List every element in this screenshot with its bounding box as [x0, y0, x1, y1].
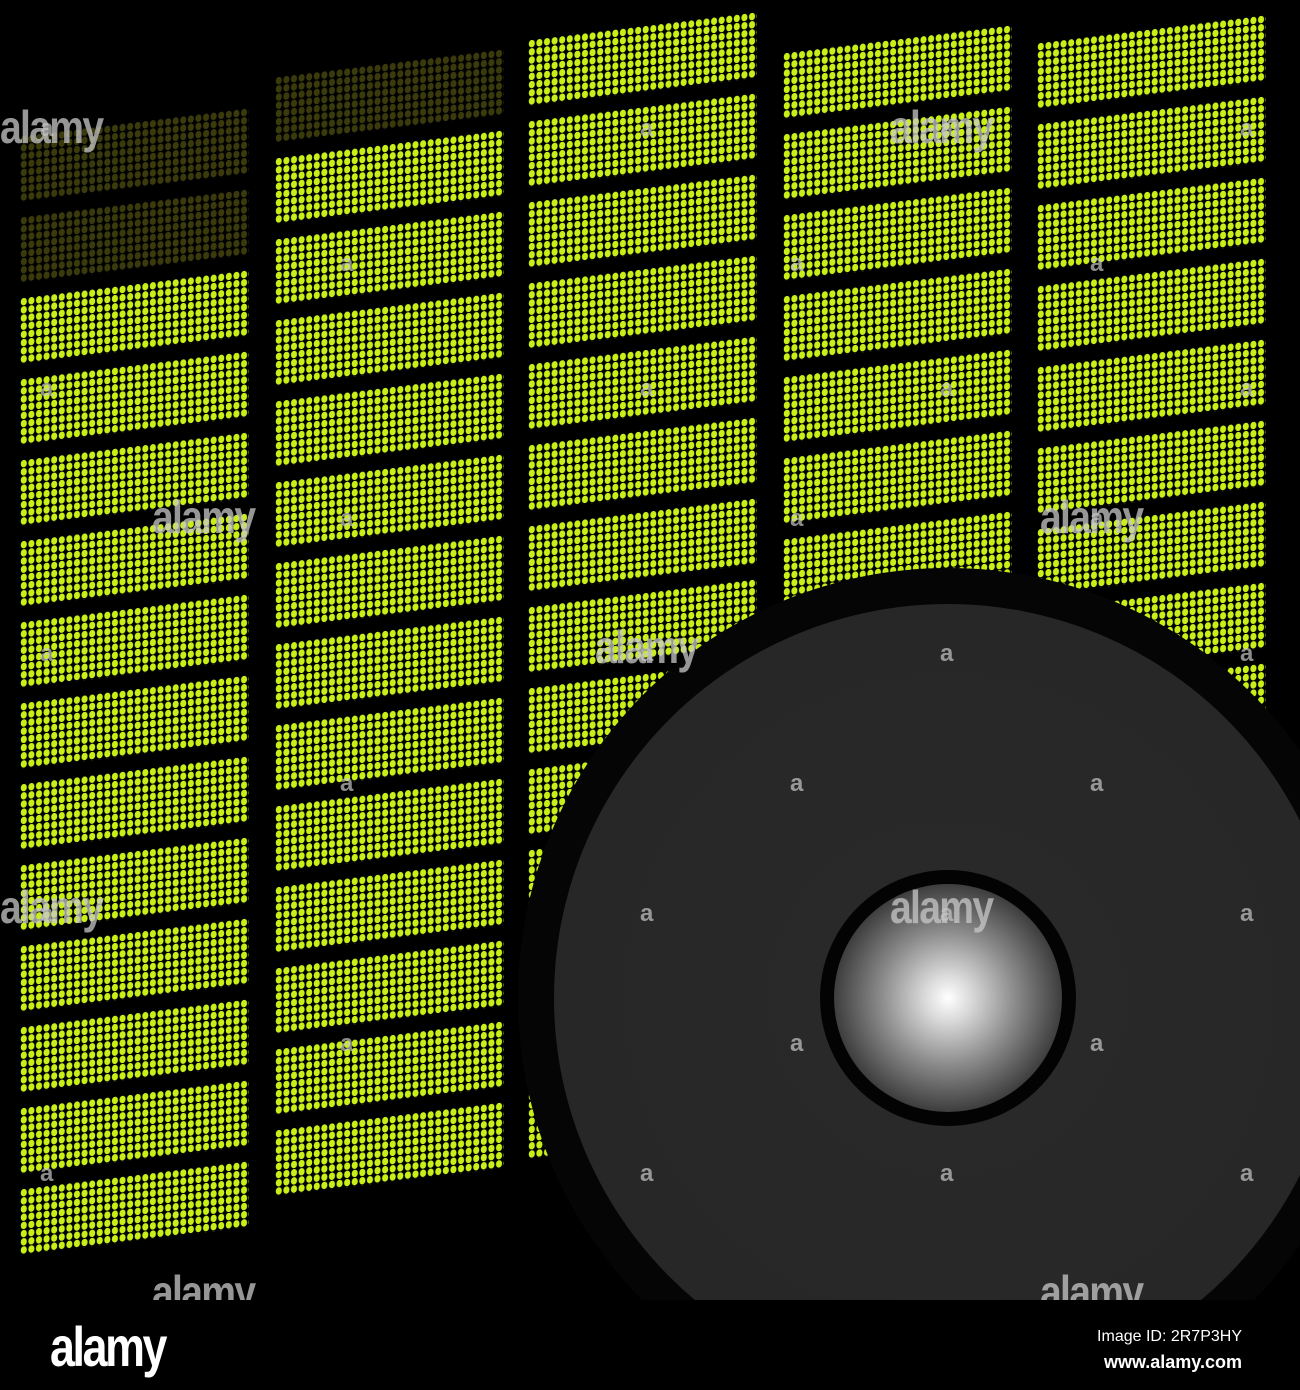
website-url: www.alamy.com: [1103, 1352, 1242, 1372]
equalizer-segment-lit: [528, 497, 757, 592]
watermark-letter: a: [1240, 640, 1254, 667]
watermark-letter: a: [340, 770, 354, 797]
equalizer-segment-lit: [528, 254, 757, 349]
watermark-letter: a: [790, 770, 804, 797]
equalizer-segment-lit: [275, 858, 504, 953]
equalizer-segment-lit: [275, 1020, 504, 1115]
equalizer-segment-lit: [275, 777, 504, 872]
equalizer-segment-lit: [20, 755, 249, 850]
equalizer-segment-lit: [1037, 257, 1266, 352]
watermark-letter: a: [940, 115, 954, 142]
equalizer-segment-lit: [783, 348, 1012, 443]
watermark-letter: a: [40, 375, 54, 402]
watermark: alamy: [152, 1266, 256, 1300]
equalizer-segment-lit: [528, 416, 757, 511]
alamy-logo: alamy: [50, 1315, 167, 1378]
equalizer-segment-lit: [20, 998, 249, 1093]
watermark-letter: a: [640, 900, 654, 927]
watermark-letter: a: [940, 640, 954, 667]
watermark-letter: a: [640, 115, 654, 142]
watermark-letter: a: [790, 250, 804, 277]
equalizer-segment-lit: [275, 615, 504, 710]
equalizer-segment-lit: [275, 372, 504, 467]
watermark-letter: a: [40, 900, 54, 927]
equalizer-segment-lit: [275, 1101, 504, 1196]
equalizer-segment-dim: [275, 48, 504, 143]
watermark-letter: a: [1090, 1030, 1104, 1057]
equalizer-segment-lit: [20, 350, 249, 445]
watermark-letter: a: [40, 115, 54, 142]
equalizer-segment-lit: [528, 173, 757, 268]
equalizer-segment-lit: [275, 291, 504, 386]
equalizer-segment-lit: [20, 1079, 249, 1174]
watermark-letter: a: [940, 1160, 954, 1187]
equalizer-segment-lit: [1037, 14, 1266, 109]
watermark-letter: a: [790, 505, 804, 532]
equalizer-segment-lit: [783, 267, 1012, 362]
equalizer-speaker-artwork: alamy alamy alamy alamy alamy alamy alam…: [0, 0, 1300, 1300]
equalizer-segment-lit: [20, 674, 249, 769]
equalizer-segment-dim: [20, 188, 249, 283]
watermark-letter: a: [340, 250, 354, 277]
equalizer-segment-lit: [20, 593, 249, 688]
watermark-letter: a: [340, 505, 354, 532]
equalizer-segment-lit: [1037, 338, 1266, 433]
equalizer-segment-lit: [275, 453, 504, 548]
watermark-letter: a: [40, 640, 54, 667]
equalizer-segment-lit: [528, 11, 757, 106]
watermark-letter: a: [340, 1030, 354, 1057]
image-id: Image ID: 2R7P3HY: [1097, 1328, 1242, 1345]
equalizer-segment-lit: [1037, 95, 1266, 190]
watermark-letter: a: [40, 1160, 54, 1187]
equalizer-segment-lit: [275, 129, 504, 224]
speaker-cone: [554, 604, 1300, 1300]
watermark: alamy: [1040, 1266, 1144, 1300]
equalizer-segment-lit: [275, 534, 504, 629]
watermark-letter: a: [1240, 115, 1254, 142]
watermark-letter: a: [1090, 505, 1104, 532]
watermark-letter: a: [940, 900, 954, 927]
equalizer-segment-lit: [275, 210, 504, 305]
equalizer-segment-lit: [783, 186, 1012, 281]
watermark-letter: a: [1240, 1160, 1254, 1187]
equalizer-segment-lit: [783, 429, 1012, 524]
equalizer-segment-lit: [20, 269, 249, 364]
watermark-letter: a: [640, 1160, 654, 1187]
footer-bar: alamy Image ID: 2R7P3HY www.alamy.com: [0, 1300, 1300, 1390]
watermark-letter: a: [640, 375, 654, 402]
watermark-letter: a: [1090, 770, 1104, 797]
equalizer-segment-lit: [1037, 176, 1266, 271]
stock-image: alamy alamy alamy alamy alamy alamy alam…: [0, 0, 1300, 1390]
watermark: alamy: [152, 491, 256, 543]
watermark-letter: a: [940, 375, 954, 402]
watermark-letter: a: [1240, 375, 1254, 402]
equalizer-segment-lit: [275, 696, 504, 791]
equalizer-segment-lit: [20, 1160, 249, 1255]
watermark-letter: a: [1090, 250, 1104, 277]
equalizer-segment-lit: [275, 939, 504, 1034]
watermark-letter: a: [1240, 900, 1254, 927]
watermark-letter: a: [790, 1030, 804, 1057]
watermark-letter: a: [640, 640, 654, 667]
